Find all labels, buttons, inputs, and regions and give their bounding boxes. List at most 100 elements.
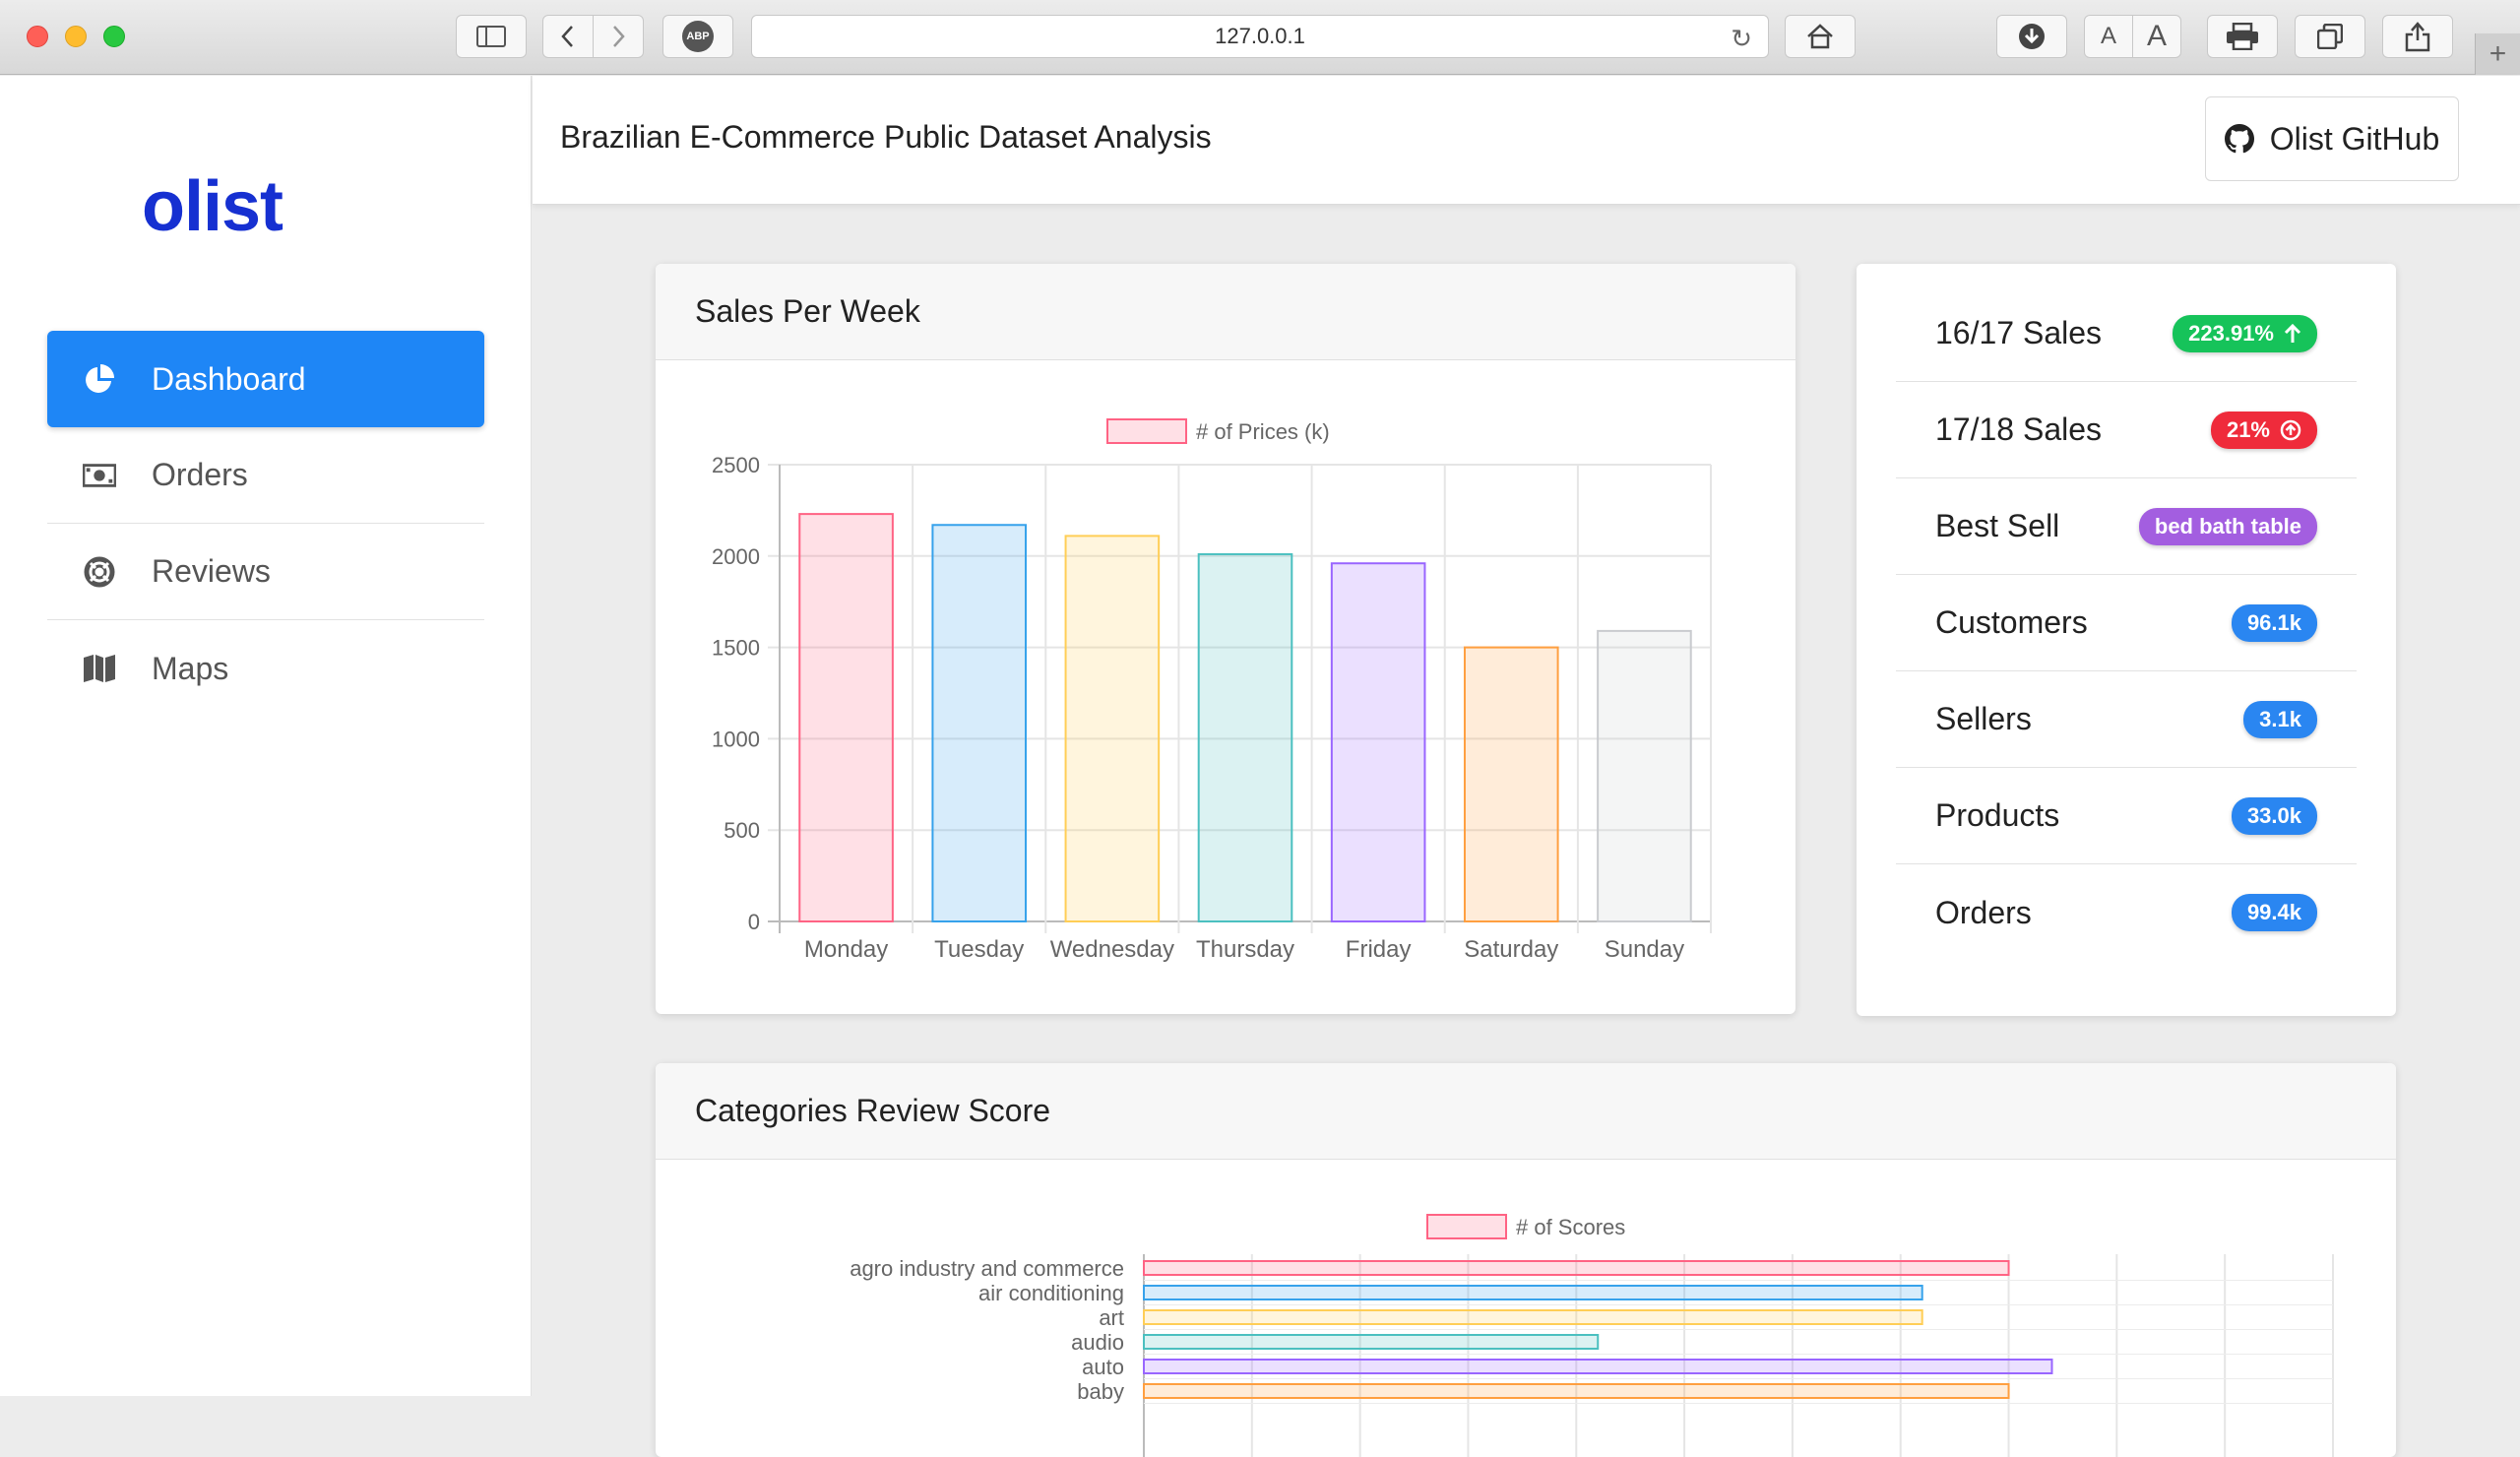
downloads-button[interactable] [1996,15,2067,58]
stat-badge: 99.4k [2231,894,2317,931]
bar-category [1143,1334,1600,1350]
share-button[interactable] [2382,15,2453,58]
x-tick-label: Tuesday [934,936,1024,963]
sales-per-week-card: Sales Per Week # of Prices (k) 0 500 1000 15… [656,264,1796,1014]
y-tick-label: 1500 [712,636,760,661]
print-button[interactable] [2207,15,2278,58]
bar-sunday [1597,629,1692,922]
sidebar: olist Dashboard Orders Reviews Maps [0,76,532,1396]
bar-tuesday [931,524,1028,923]
close-window-button[interactable] [27,26,48,47]
download-icon [2019,24,2045,49]
stat-value: 3.1k [2259,706,2301,731]
y-tick-label: 2500 [712,453,760,477]
arrow-up-icon [2284,323,2301,343]
url-text: 127.0.0.1 [1215,24,1305,48]
new-tab-button[interactable]: + [2475,33,2520,75]
x-tick-label: Saturday [1464,936,1558,963]
y-tick-label: audio [1071,1330,1124,1355]
sidebar-item-label: Maps [152,650,229,686]
bar-wednesday [1064,535,1161,922]
printer-icon [2227,23,2258,50]
y-tick-label: agro industry and commerce [850,1256,1124,1281]
sidebar-nav: Dashboard Orders Reviews Maps [47,331,484,717]
sidebar-item-dashboard[interactable]: Dashboard [47,331,484,427]
forward-button[interactable] [593,15,644,58]
stat-label: Customers [1935,604,2088,640]
chevron-right-icon [613,26,625,47]
github-button[interactable]: Olist GitHub [2205,96,2459,181]
stat-value: 96.1k [2246,609,2301,635]
bar-monday [798,513,894,922]
tabs-icon [2317,24,2343,49]
stat-badge: 223.91% [2173,314,2317,352]
bar-category [1143,1359,2053,1374]
legend-swatch [1106,418,1187,444]
stat-value: 33.0k [2246,802,2301,828]
back-button[interactable] [542,15,594,58]
sidebar-item-maps[interactable]: Maps [47,620,484,717]
olist-logo[interactable]: olist [142,166,284,247]
github-icon [2224,124,2254,154]
stat-label: Orders [1935,894,2032,930]
stat-label: Best Sell [1935,508,2060,543]
adblock-icon: ABP [682,21,714,52]
y-tick-label: art [1099,1305,1124,1330]
share-icon [2405,22,2430,52]
browser-toolbar: ABP 127.0.0.1 ↻ A A + [0,0,2520,75]
stat-value: 223.91% [2188,320,2274,346]
pie-chart-icon [83,363,116,395]
x-tick-label: Thursday [1196,936,1294,963]
bar-category [1143,1285,1923,1300]
sidebar-item-label: Reviews [152,553,271,589]
stat-row: Sellers 3.1k [1896,671,2357,768]
text-larger-button[interactable]: A [2132,15,2181,58]
y-tick-label: auto [1082,1355,1124,1379]
y-tick-label: 0 [748,910,760,934]
sidebar-toggle-button[interactable] [456,15,527,58]
chevron-left-icon [561,26,573,47]
zoom-window-button[interactable] [103,26,125,47]
life-ring-icon [83,556,116,588]
stats-list: 16/17 Sales 223.91% 17/18 Sales 21% Best Sel… [1896,285,2357,961]
stat-row: Orders 99.4k [1896,864,2357,961]
x-tick-label: Wednesday [1050,936,1174,963]
stat-badge: bed bath table [2138,507,2317,545]
legend-label: # of Scores [1516,1215,1625,1239]
money-bill-icon [83,463,116,487]
stat-row: Customers 96.1k [1896,575,2357,671]
stat-row: Best Sell bed bath table [1896,478,2357,575]
sidebar-item-orders[interactable]: Orders [47,427,484,524]
stat-badge: 33.0k [2231,796,2317,835]
x-tick-label: Sunday [1605,936,1684,963]
address-bar[interactable]: 127.0.0.1 ↻ [751,15,1769,58]
minimize-window-button[interactable] [65,26,87,47]
bar-category [1143,1260,2010,1276]
stat-value: 99.4k [2246,900,2301,924]
y-tick-label: air conditioning [978,1281,1124,1305]
adblock-button[interactable]: ABP [662,15,733,58]
bar-category [1143,1309,1923,1325]
stat-badge: 21% [2210,411,2317,449]
sidebar-item-reviews[interactable]: Reviews [47,524,484,620]
home-button[interactable] [1785,15,1856,58]
stat-badge: 96.1k [2231,603,2317,642]
map-icon [83,654,116,683]
stats-card: 16/17 Sales 223.91% 17/18 Sales 21% Best Sel… [1857,264,2396,1016]
text-smaller-button[interactable]: A [2084,15,2133,58]
stat-row: Products 33.0k [1896,768,2357,864]
bar-thursday [1197,552,1293,922]
stat-label: Products [1935,797,2060,833]
stat-label: Sellers [1935,701,2032,736]
sidebar-item-label: Dashboard [152,360,306,397]
github-button-label: Olist GitHub [2269,120,2440,157]
tabs-overview-button[interactable] [2295,15,2365,58]
sidebar-icon [476,26,506,47]
text-large-label: A [2146,20,2167,52]
stat-value: bed bath table [2154,513,2301,538]
y-tick-label: 2000 [712,544,760,569]
y-tick-label: 500 [724,818,760,843]
stat-badge: 3.1k [2243,700,2317,738]
sidebar-item-label: Orders [152,457,248,492]
reload-icon[interactable]: ↻ [1731,24,1752,54]
